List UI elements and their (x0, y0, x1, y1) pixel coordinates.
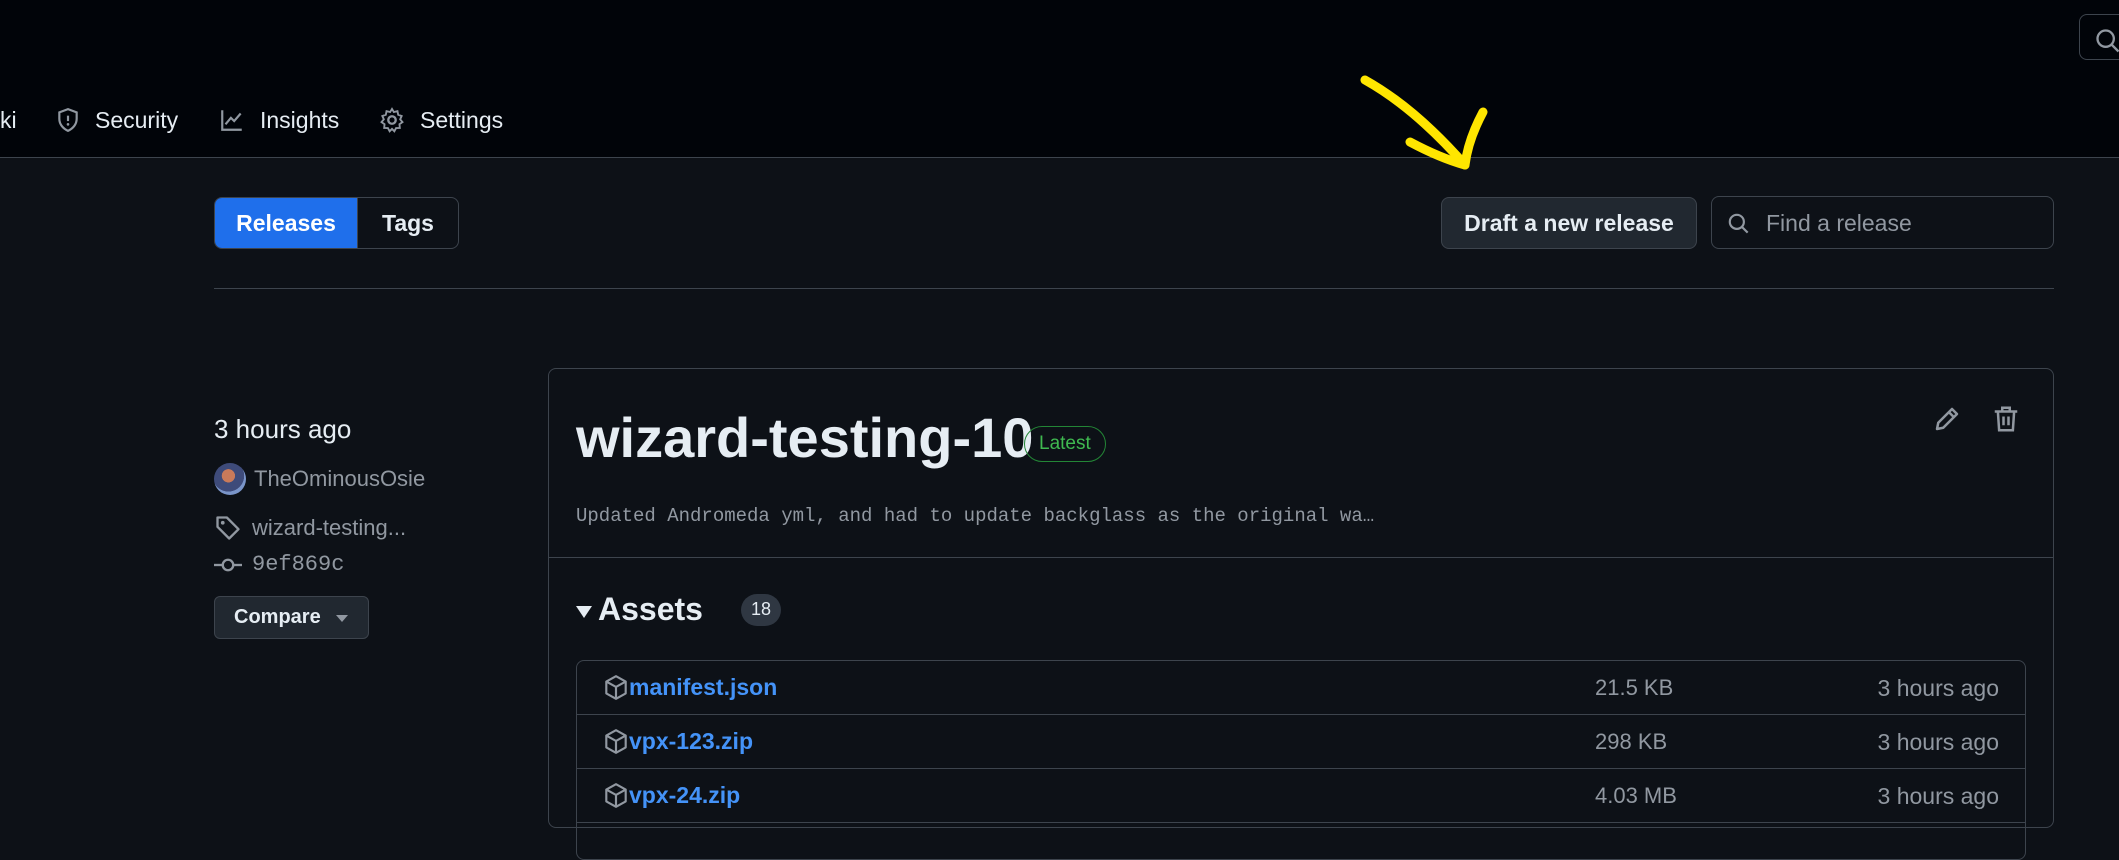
graph-icon (221, 110, 242, 131)
tab-wiki[interactable]: ki (0, 100, 17, 140)
tab-tags[interactable]: Tags (357, 198, 458, 248)
find-release-field (1711, 196, 2054, 249)
asset-time: 3 hours ago (1877, 783, 1999, 809)
divider (549, 557, 2053, 558)
package-icon (605, 675, 627, 700)
repo-header: ki Security Insights Settings (0, 0, 2119, 158)
triangle-down-icon (576, 605, 592, 618)
nav-label: Insights (260, 106, 340, 133)
latest-badge: Latest (1024, 426, 1106, 462)
release-description: Updated Andromeda yml, and had to update… (576, 505, 1375, 527)
asset-size: 21.5 KB (1595, 675, 1674, 700)
tab-settings[interactable]: Settings (378, 100, 503, 140)
search-icon (2096, 29, 2119, 53)
avatar[interactable] (214, 463, 246, 495)
tab-security[interactable]: Security (55, 100, 178, 140)
package-icon (605, 729, 627, 754)
list-item: vpx-24.zip 4.03 MB 3 hours ago (577, 769, 2025, 823)
search-icon (1728, 213, 1749, 234)
list-item: manifest.json 21.5 KB 3 hours ago (577, 661, 2025, 715)
release-card: wizard-testing-10 Latest Updated Androme… (548, 368, 2054, 860)
release-tag[interactable]: wizard-testing... (214, 514, 406, 542)
list-item: vpx-123.zip 298 KB 3 hours ago (577, 715, 2025, 769)
shield-icon (58, 108, 78, 133)
trash-icon[interactable] (1991, 404, 2021, 434)
chevron-down-icon (336, 615, 348, 622)
asset-link[interactable]: vpx-123.zip (629, 728, 753, 755)
global-search-button[interactable] (2079, 14, 2119, 60)
release-commit[interactable]: 9ef869c (214, 552, 344, 577)
release-title[interactable]: wizard-testing-10 (576, 405, 1033, 470)
nav-label: ki (0, 106, 17, 133)
nav-label: Settings (420, 106, 504, 133)
compare-button[interactable]: Compare (214, 596, 369, 639)
asset-link[interactable]: manifest.json (629, 674, 777, 701)
commit-sha[interactable]: 9ef869c (252, 552, 344, 577)
compare-label: Compare (234, 606, 321, 628)
assets-list: manifest.json 21.5 KB 3 hours ago vpx-12… (576, 660, 2026, 860)
assets-toggle[interactable]: Assets 18 (576, 591, 781, 628)
asset-link[interactable]: vpx-24.zip (629, 782, 740, 809)
commit-icon (214, 558, 242, 571)
tab-releases[interactable]: Releases (215, 198, 357, 248)
asset-size: 4.03 MB (1595, 783, 1677, 808)
assets-heading: Assets (598, 591, 703, 627)
tab-insights[interactable]: Insights (218, 100, 339, 140)
assets-count-badge: 18 (740, 593, 781, 626)
find-release-input[interactable] (1764, 205, 2048, 241)
tag-name[interactable]: wizard-testing... (252, 515, 406, 541)
divider (214, 288, 2054, 289)
release-time: 3 hours ago (214, 414, 352, 444)
gear-icon (380, 107, 404, 133)
asset-time: 3 hours ago (1877, 729, 1999, 755)
tag-icon (216, 516, 240, 540)
release-author[interactable]: TheOminousOsie (214, 463, 425, 495)
asset-size: 298 KB (1595, 729, 1668, 754)
annotation-arrow-icon (1360, 75, 1488, 170)
package-icon (605, 783, 627, 808)
nav-label: Security (95, 106, 179, 133)
asset-time: 3 hours ago (1877, 675, 1999, 701)
draft-release-button[interactable]: Draft a new release (1441, 197, 1697, 249)
author-name[interactable]: TheOminousOsie (254, 466, 425, 492)
pencil-icon[interactable] (1932, 404, 1962, 434)
releases-tags-toggle: Releases Tags (214, 197, 459, 249)
